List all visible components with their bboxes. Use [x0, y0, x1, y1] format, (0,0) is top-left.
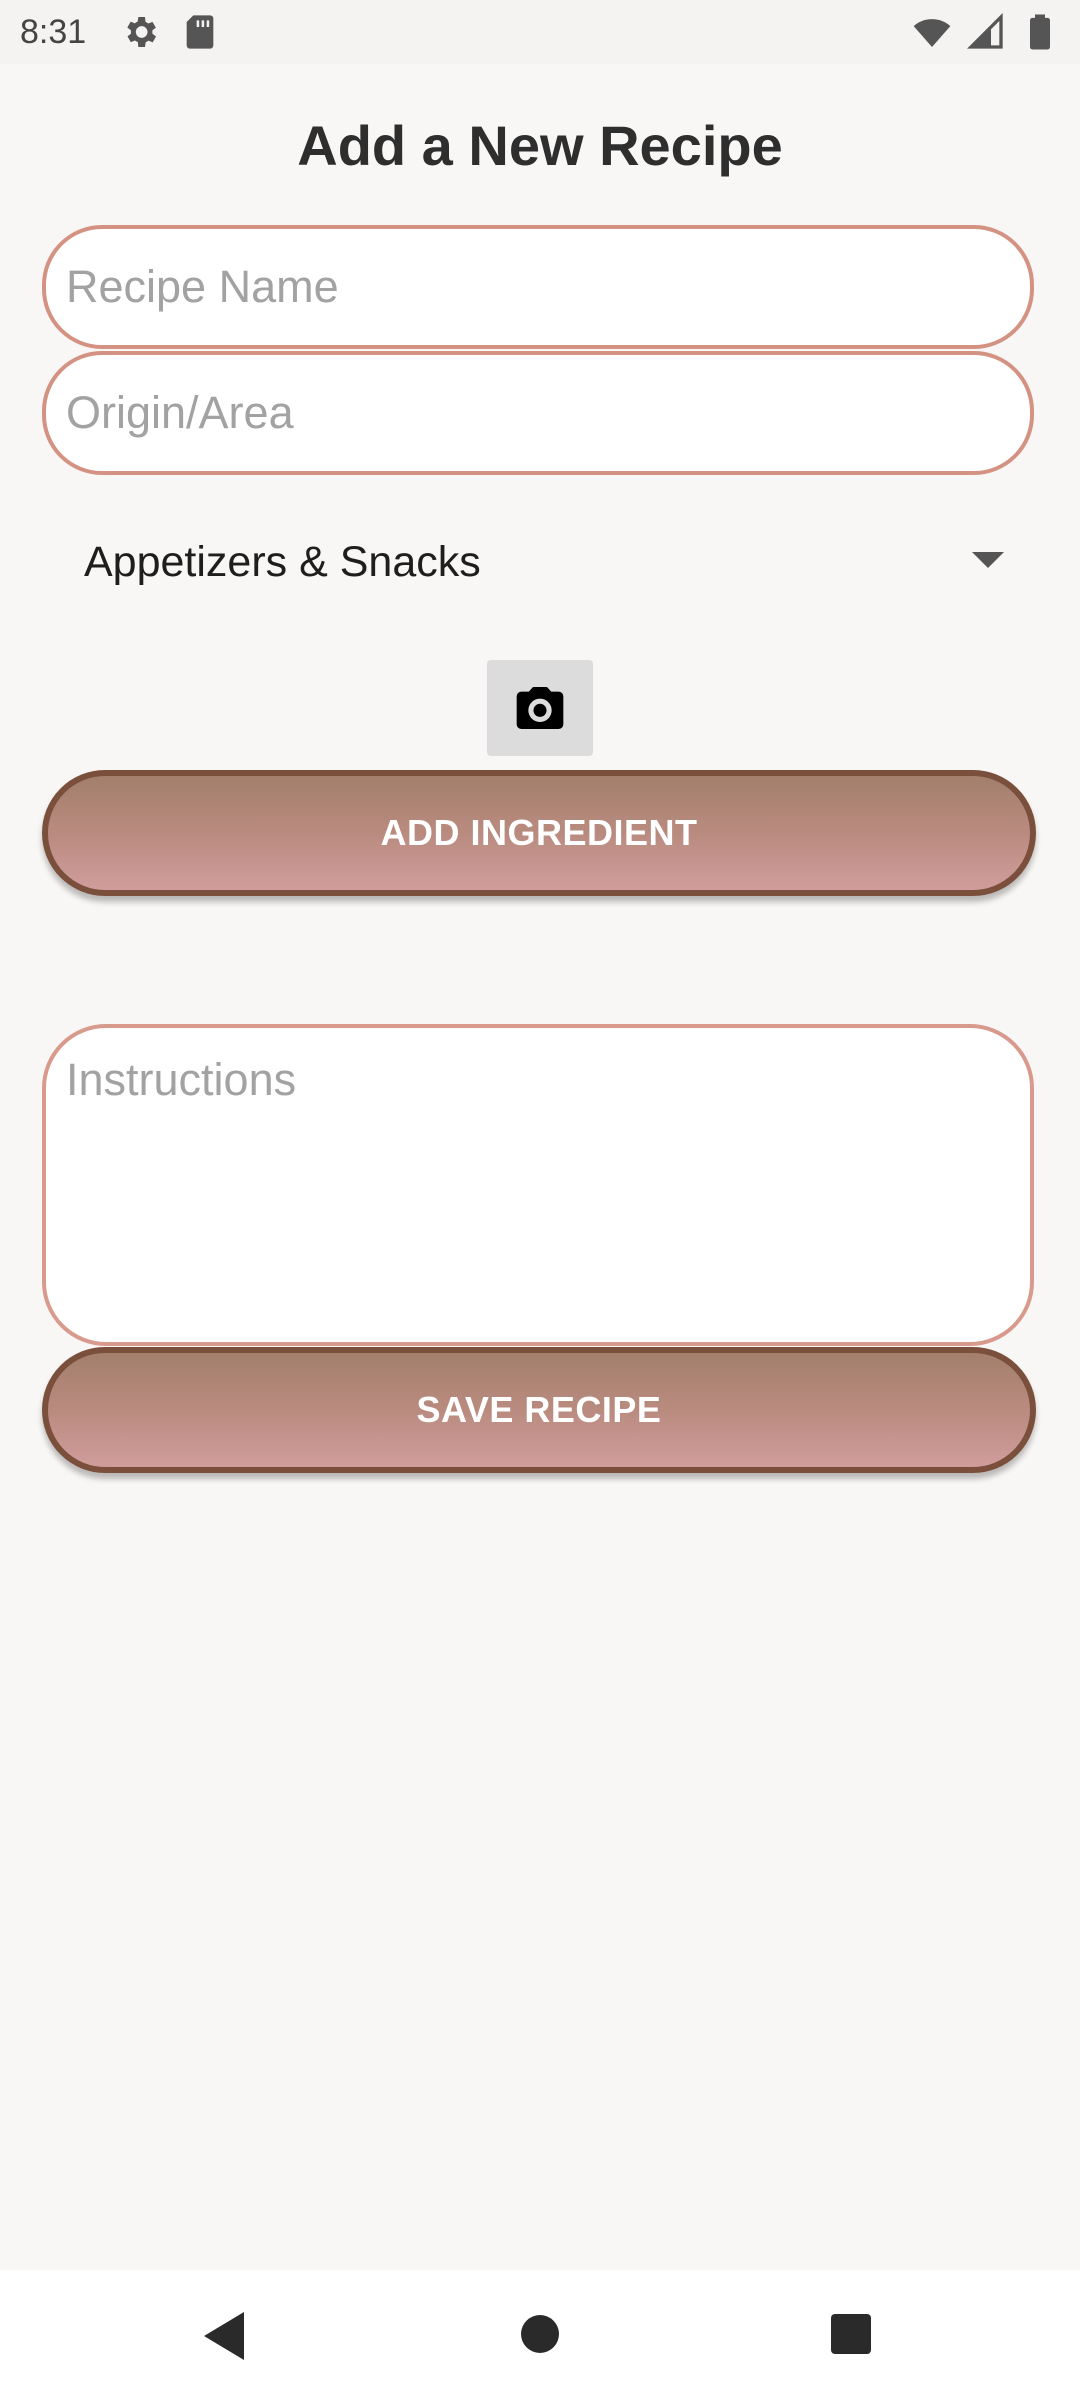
status-bar: 8:31 [0, 0, 1080, 64]
recipe-name-input[interactable]: Recipe Name [42, 225, 1034, 349]
add-ingredient-button[interactable]: ADD INGREDIENT [42, 770, 1036, 896]
category-selected-value: Appetizers & Snacks [84, 538, 481, 586]
instructions-placeholder: Instructions [66, 1054, 297, 1105]
save-recipe-button[interactable]: SAVE RECIPE [42, 1347, 1036, 1473]
add-ingredient-label: ADD INGREDIENT [380, 812, 698, 853]
page-title: Add a New Recipe [297, 114, 783, 177]
status-left-icons [120, 12, 220, 52]
status-time: 8:31 [20, 13, 87, 51]
status-right-icons [912, 12, 1060, 52]
signal-icon [966, 12, 1003, 49]
origin-placeholder: Origin/Area [66, 387, 294, 438]
navigation-bar [0, 2270, 1080, 2400]
battery-icon [1030, 14, 1050, 50]
origin-input[interactable]: Origin/Area [42, 351, 1034, 475]
dropdown-arrow-icon [972, 552, 1004, 568]
recipe-name-placeholder: Recipe Name [66, 261, 339, 312]
home-icon[interactable] [521, 2315, 559, 2353]
save-recipe-label: SAVE RECIPE [416, 1389, 662, 1430]
camera-button[interactable] [487, 660, 593, 756]
gear-icon [127, 17, 156, 47]
recents-icon[interactable] [831, 2314, 871, 2354]
instructions-textarea[interactable]: Instructions [42, 1024, 1034, 1346]
sd-card-icon [186, 15, 214, 49]
category-dropdown[interactable]: Appetizers & Snacks [84, 530, 1004, 594]
wifi-icon [913, 19, 951, 47]
camera-icon [516, 687, 564, 729]
back-icon[interactable] [204, 2312, 244, 2360]
